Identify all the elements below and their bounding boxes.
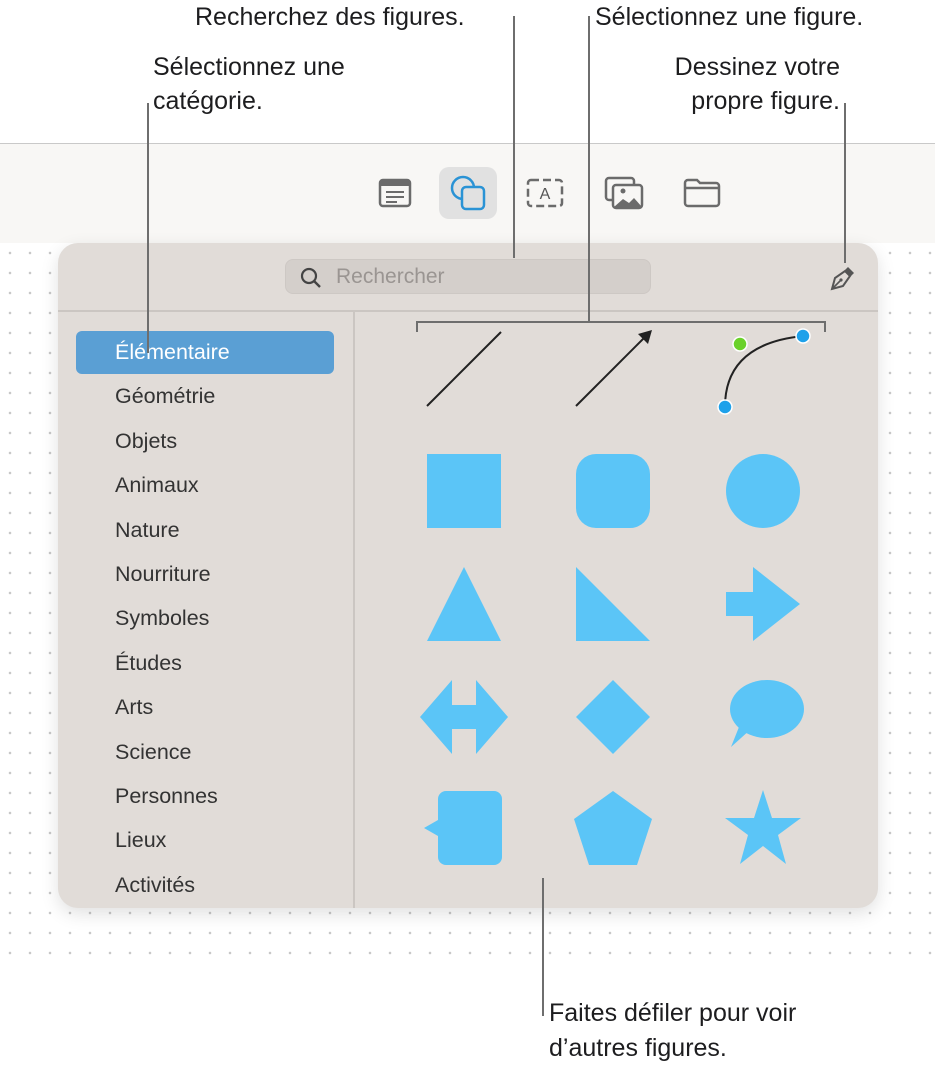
shape-arrow-line[interactable] bbox=[575, 330, 652, 407]
callout-line bbox=[588, 16, 590, 322]
text-button[interactable]: A bbox=[516, 167, 574, 219]
text-box-button[interactable] bbox=[366, 167, 424, 219]
shape-circle[interactable] bbox=[726, 454, 800, 528]
callout-bracket bbox=[416, 321, 826, 323]
shapes-button[interactable] bbox=[439, 167, 497, 219]
media-icon bbox=[604, 176, 644, 210]
callout-bracket-tick bbox=[416, 321, 418, 332]
category-item[interactable]: Symboles bbox=[76, 597, 334, 640]
shapes-icon bbox=[450, 175, 486, 211]
shape-line[interactable] bbox=[426, 331, 502, 407]
category-item[interactable]: Arts bbox=[76, 686, 334, 729]
category-item[interactable]: Nature bbox=[76, 509, 334, 552]
callout-bracket-tick bbox=[824, 321, 826, 332]
pen-icon bbox=[830, 267, 854, 291]
callout-search: Recherchez des figures. bbox=[195, 3, 465, 31]
text-field-icon: A bbox=[526, 178, 564, 208]
category-item[interactable]: Nourriture bbox=[76, 553, 334, 596]
category-item[interactable]: Activités bbox=[76, 864, 334, 907]
search-input[interactable]: Rechercher bbox=[285, 259, 651, 294]
callout-scroll-1: Faites défiler pour voir bbox=[549, 999, 797, 1027]
folder-icon bbox=[683, 178, 721, 208]
callout-draw-2: propre figure. bbox=[691, 87, 840, 115]
shape-speech-bubble[interactable] bbox=[730, 680, 804, 747]
category-item[interactable]: Objets bbox=[76, 420, 334, 463]
callout-line bbox=[513, 16, 515, 258]
text-box-icon bbox=[378, 178, 412, 208]
callout-line bbox=[844, 103, 846, 263]
shapes-popover: Rechercher Élémentaire Géométrie Objets Ani… bbox=[58, 243, 878, 908]
folder-button[interactable] bbox=[673, 167, 731, 219]
shape-diamond[interactable] bbox=[576, 680, 650, 754]
callout-scroll-2: d’autres figures. bbox=[549, 1034, 727, 1062]
shapes-grid bbox=[420, 328, 811, 865]
shape-pentagon[interactable] bbox=[574, 791, 652, 865]
shape-callout-square[interactable] bbox=[424, 791, 502, 865]
callout-draw-1: Dessinez votre bbox=[674, 53, 840, 81]
svg-text:A: A bbox=[540, 186, 551, 203]
category-item[interactable]: Lieux bbox=[76, 819, 334, 862]
shape-triangle[interactable] bbox=[427, 567, 501, 641]
category-item[interactable]: Études bbox=[76, 642, 334, 685]
shape-curve[interactable] bbox=[717, 328, 811, 415]
shape-square[interactable] bbox=[427, 454, 501, 528]
search-icon bbox=[300, 267, 321, 288]
callout-line bbox=[542, 878, 544, 1016]
category-item[interactable]: Géométrie bbox=[76, 375, 334, 418]
shape-double-arrow[interactable] bbox=[420, 680, 508, 754]
category-item[interactable]: Science bbox=[76, 731, 334, 774]
shape-star[interactable] bbox=[725, 790, 801, 864]
draw-shape-button[interactable] bbox=[828, 263, 858, 298]
category-item[interactable]: Personnes bbox=[76, 775, 334, 818]
search-placeholder: Rechercher bbox=[336, 265, 445, 288]
media-button[interactable] bbox=[595, 167, 653, 219]
callout-select-shape: Sélectionnez une figure. bbox=[595, 3, 864, 31]
shape-rounded-square[interactable] bbox=[576, 454, 650, 528]
category-item[interactable]: Animaux bbox=[76, 464, 334, 507]
callout-line bbox=[147, 103, 149, 353]
shape-right-triangle[interactable] bbox=[576, 567, 650, 641]
shape-arrow[interactable] bbox=[726, 567, 800, 641]
category-item[interactable]: Élémentaire bbox=[76, 331, 334, 374]
callout-category-1: Sélectionnez une bbox=[153, 53, 345, 81]
callout-category-2: catégorie. bbox=[153, 87, 263, 115]
